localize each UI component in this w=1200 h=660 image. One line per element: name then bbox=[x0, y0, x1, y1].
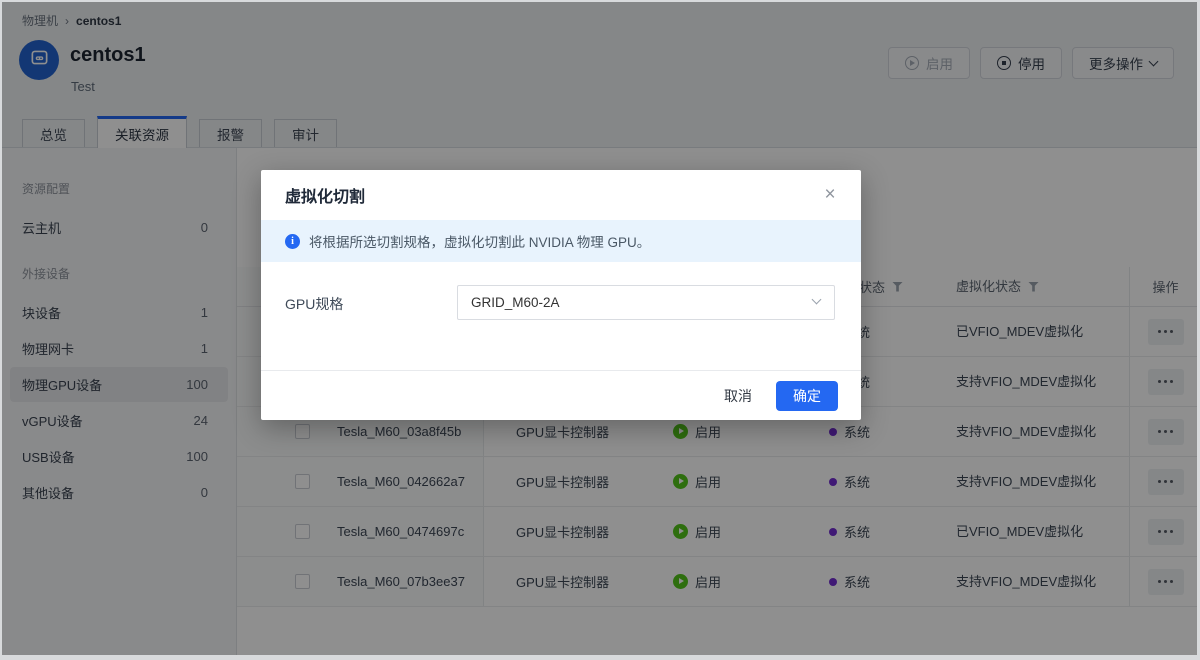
close-icon[interactable]: × bbox=[817, 182, 843, 208]
dialog-title: 虚拟化切割 bbox=[285, 183, 365, 207]
window-frame: 物理机 › centos1 centos1 Test 启用 bbox=[0, 0, 1200, 660]
chevron-down-icon bbox=[812, 295, 822, 305]
info-icon: i bbox=[285, 234, 300, 249]
info-banner: i 将根据所选切割规格，虚拟化切割此 NVIDIA 物理 GPU。 bbox=[261, 220, 861, 262]
dialog-body: GPU规格 GRID_M60-2A bbox=[261, 262, 861, 370]
virtualization-split-dialog: 虚拟化切割 × i 将根据所选切割规格，虚拟化切割此 NVIDIA 物理 GPU… bbox=[261, 170, 861, 420]
dialog-footer: 取消 确定 bbox=[261, 370, 861, 420]
dialog-header: 虚拟化切割 bbox=[261, 170, 861, 220]
gpu-spec-label: GPU规格 bbox=[285, 294, 343, 314]
info-banner-text: 将根据所选切割规格，虚拟化切割此 NVIDIA 物理 GPU。 bbox=[309, 231, 650, 251]
cancel-button[interactable]: 取消 bbox=[724, 386, 752, 406]
gpu-spec-select[interactable]: GRID_M60-2A bbox=[457, 285, 835, 320]
gpu-spec-value: GRID_M60-2A bbox=[471, 295, 560, 310]
ok-button[interactable]: 确定 bbox=[776, 381, 838, 411]
